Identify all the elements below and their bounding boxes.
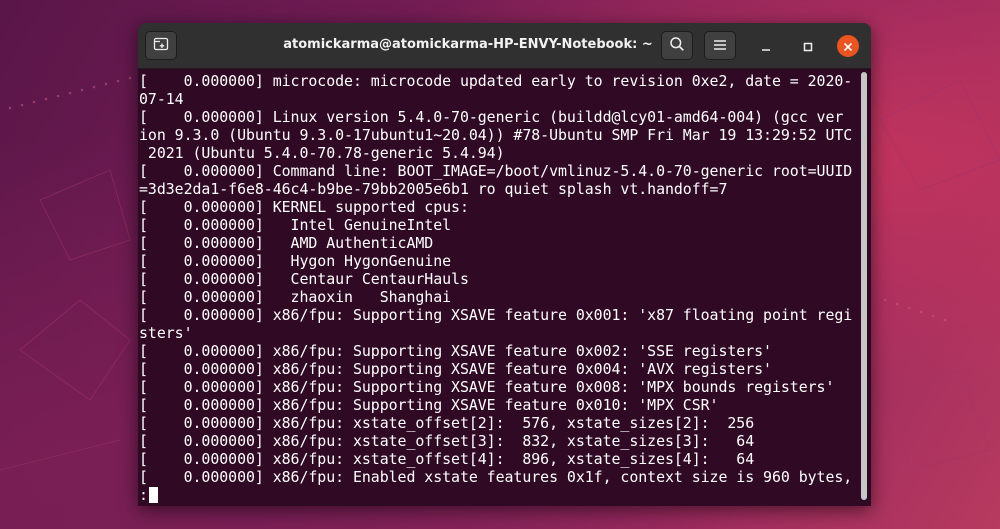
terminal-line: [ 0.000000] x86/fpu: xstate_offset[2]: 5… — [139, 414, 755, 432]
terminal-line: [ 0.000000] KERNEL supported cpus: — [139, 198, 469, 216]
terminal-line: 2021 (Ubuntu 5.4.0-70.78-generic 5.4.94) — [139, 144, 505, 162]
terminal-line: [ 0.000000] Command line: BOOT_IMAGE=/bo… — [139, 162, 853, 180]
maximize-icon — [803, 37, 813, 56]
terminal-line: [ 0.000000] x86/fpu: Supporting XSAVE fe… — [139, 396, 719, 414]
terminal-output[interactable]: [ 0.000000] microcode: microcode updated… — [138, 69, 863, 506]
terminal-line: [ 0.000000] Centaur CentaurHauls — [139, 270, 469, 288]
terminal-line: [ 0.000000] AMD AuthenticAMD — [139, 234, 434, 252]
close-icon — [843, 37, 853, 56]
terminal-line: [ 0.000000] Linux version 5.4.0-70-gener… — [139, 108, 844, 126]
terminal-line: [ 0.000000] x86/fpu: Supporting XSAVE fe… — [139, 306, 853, 324]
pager-prompt: : — [139, 486, 148, 504]
terminal-window: atomickarma@atomickarma-HP-ENVY-Notebook… — [138, 23, 871, 506]
search-icon — [669, 36, 685, 56]
hamburger-menu-icon — [713, 36, 727, 55]
terminal-line: [ 0.000000] Hygon HygonGenuine — [139, 252, 452, 270]
terminal-line: [ 0.000000] x86/fpu: Enabled xstate feat… — [139, 468, 853, 486]
terminal-line: =3d3e2da1-f6e8-46c4-b9be-79bb2005e6b1 ro… — [139, 180, 728, 198]
terminal-line: sters' — [139, 324, 193, 342]
menu-button[interactable] — [704, 31, 736, 60]
terminal-line: [ 0.000000] x86/fpu: Supporting XSAVE fe… — [139, 360, 772, 378]
maximize-button[interactable] — [797, 35, 819, 57]
minimize-button[interactable] — [755, 35, 777, 57]
text-cursor — [148, 487, 158, 503]
terminal-line: [ 0.000000] x86/fpu: Supporting XSAVE fe… — [139, 342, 772, 360]
new-tab-icon — [153, 36, 169, 56]
close-button[interactable] — [837, 35, 859, 57]
terminal-line: 07-14 — [139, 90, 184, 108]
terminal-line: [ 0.000000] x86/fpu: xstate_offset[4]: 8… — [139, 450, 755, 468]
terminal-line: [ 0.000000] x86/fpu: Supporting XSAVE fe… — [139, 378, 835, 396]
terminal-line: [ 0.000000] microcode: microcode updated… — [139, 72, 853, 90]
new-tab-button[interactable] — [145, 31, 177, 60]
terminal-line: [ 0.000000] zhaoxin Shanghai — [139, 288, 452, 306]
terminal-line: [ 0.000000] x86/fpu: xstate_offset[3]: 8… — [139, 432, 755, 450]
terminal-line: ion 9.3.0 (Ubuntu 9.3.0-17ubuntu1~20.04)… — [139, 126, 853, 144]
scrollbar[interactable] — [861, 72, 867, 500]
window-title: atomickarma@atomickarma-HP-ENVY-Notebook… — [283, 37, 653, 52]
pager-prompt-line[interactable]: : — [139, 486, 863, 504]
terminal-line: [ 0.000000] Intel GenuineIntel — [139, 216, 452, 234]
title-bar[interactable]: atomickarma@atomickarma-HP-ENVY-Notebook… — [138, 23, 871, 69]
search-button[interactable] — [661, 31, 693, 60]
minimize-icon — [761, 37, 771, 56]
